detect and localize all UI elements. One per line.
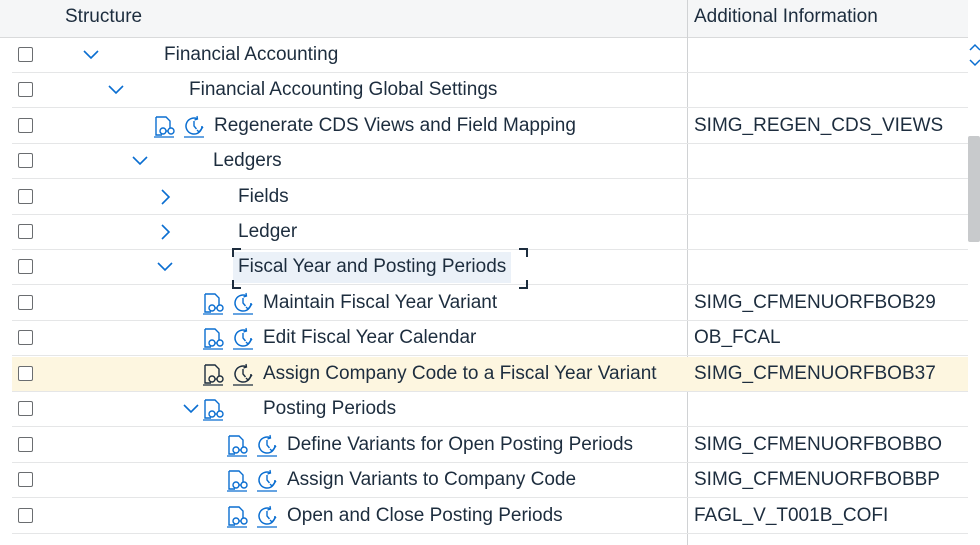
chevron-down-icon[interactable]: [129, 150, 151, 172]
tree-node-label[interactable]: Fields: [238, 180, 289, 215]
tree-row-assign-company-code-fy[interactable]: Assign Company Code to a Fiscal Year Var…: [12, 357, 968, 392]
tree-row-fiscal-year[interactable]: Fiscal Year and Posting Periods: [12, 248, 968, 289]
tree-row-regenerate-cds[interactable]: Regenerate CDS Views and Field Mapping S…: [12, 109, 968, 144]
row-checkbox[interactable]: [18, 153, 33, 168]
tree-row-ledgers[interactable]: Ledgers: [12, 144, 968, 179]
tree-node-label[interactable]: Maintain Fiscal Year Variant: [263, 286, 497, 321]
tree-row-financial-accounting[interactable]: Financial Accounting: [12, 38, 968, 73]
tree-row-open-close-posting[interactable]: Open and Close Posting Periods FAGL_V_T0…: [12, 499, 968, 534]
documentation-glasses-icon[interactable]: [225, 468, 249, 492]
tree-node-label[interactable]: Open and Close Posting Periods: [287, 499, 563, 534]
tree-row-edit-fy-calendar[interactable]: Edit Fiscal Year Calendar OB_FCAL: [12, 321, 968, 356]
row-checkbox[interactable]: [18, 118, 33, 133]
execute-clock-icon[interactable]: [231, 291, 255, 315]
execute-clock-icon[interactable]: [231, 362, 255, 386]
tree-node-label[interactable]: Edit Fiscal Year Calendar: [263, 321, 476, 356]
scrollbar-thumb[interactable]: [968, 136, 980, 242]
documentation-glasses-icon[interactable]: [201, 362, 225, 386]
execute-clock-icon[interactable]: [255, 468, 279, 492]
chevron-right-icon[interactable]: [154, 186, 176, 208]
additional-info: SIMG_CFMENUORFBOBBP: [694, 469, 940, 490]
execute-clock-icon[interactable]: [231, 326, 255, 350]
tree-node-label[interactable]: Assign Company Code to a Fiscal Year Var…: [263, 357, 657, 392]
tree-row-define-variants-open-posting[interactable]: Define Variants for Open Posting Periods…: [12, 428, 968, 463]
execute-clock-icon[interactable]: [255, 433, 279, 457]
focus-corner: [519, 248, 528, 257]
documentation-glasses-icon[interactable]: [201, 326, 225, 350]
tree-node-label[interactable]: Financial Accounting Global Settings: [189, 73, 497, 108]
documentation-glasses-icon[interactable]: [201, 397, 225, 421]
tree-node-label-focused[interactable]: Fiscal Year and Posting Periods: [233, 252, 512, 283]
tree-node-label[interactable]: Financial Accounting: [164, 38, 338, 73]
row-checkbox[interactable]: [18, 472, 33, 487]
chevron-down-icon[interactable]: [105, 79, 127, 101]
scroll-up-down-icon[interactable]: [968, 40, 980, 70]
additional-info: SIMG_CFMENUORFBOBBO: [694, 434, 943, 455]
execute-clock-icon[interactable]: [255, 504, 279, 528]
additional-info: FAGL_V_T001B_COFI: [694, 505, 889, 526]
row-checkbox[interactable]: [18, 401, 33, 416]
tree-row-global-settings[interactable]: Financial Accounting Global Settings: [12, 73, 968, 108]
table-header: Structure Additional Information: [0, 0, 968, 38]
additional-info: OB_FCAL: [694, 327, 781, 348]
row-checkbox[interactable]: [18, 366, 33, 381]
chevron-down-icon[interactable]: [80, 44, 102, 66]
additional-info: SIMG_REGEN_CDS_VIEWS: [694, 115, 944, 136]
tree-node-label[interactable]: Regenerate CDS Views and Field Mapping: [214, 109, 576, 144]
tree-row-ledger[interactable]: Ledger: [12, 215, 968, 250]
tree-row-maintain-fy-variant[interactable]: Maintain Fiscal Year Variant SIMG_CFMENU…: [12, 286, 968, 321]
tree-node-label[interactable]: Assign Variants to Company Code: [287, 463, 576, 498]
documentation-glasses-icon[interactable]: [201, 291, 225, 315]
row-checkbox[interactable]: [18, 259, 33, 274]
chevron-right-icon[interactable]: [154, 221, 176, 243]
focus-corner: [232, 248, 241, 257]
tree-row-fields[interactable]: Fields: [12, 180, 968, 215]
row-checkbox[interactable]: [18, 508, 33, 523]
row-checkbox[interactable]: [18, 189, 33, 204]
documentation-glasses-icon[interactable]: [225, 504, 249, 528]
documentation-glasses-icon[interactable]: [225, 433, 249, 457]
tree-node-label[interactable]: Ledgers: [213, 144, 282, 179]
tree-node-label[interactable]: Posting Periods: [263, 392, 396, 427]
additional-info: SIMG_CFMENUORFBOB29: [694, 292, 936, 313]
row-checkbox[interactable]: [18, 47, 33, 62]
tree-node-label[interactable]: Define Variants for Open Posting Periods: [287, 428, 633, 463]
chevron-down-icon[interactable]: [154, 256, 176, 278]
chevron-down-icon[interactable]: [180, 398, 202, 420]
row-checkbox[interactable]: [18, 330, 33, 345]
tree-row-assign-variants-company[interactable]: Assign Variants to Company Code SIMG_CFM…: [12, 463, 968, 498]
row-checkbox[interactable]: [18, 224, 33, 239]
row-checkbox[interactable]: [18, 437, 33, 452]
documentation-glasses-icon[interactable]: [152, 114, 176, 138]
row-checkbox[interactable]: [18, 82, 33, 97]
tree-row-posting-periods[interactable]: Posting Periods: [12, 392, 968, 427]
vertical-scrollbar[interactable]: [968, 37, 980, 545]
row-checkbox[interactable]: [18, 295, 33, 310]
execute-clock-icon[interactable]: [182, 114, 206, 138]
tree-node-label[interactable]: Ledger: [238, 215, 297, 250]
column-header-additional-info[interactable]: Additional Information: [694, 0, 878, 37]
additional-info: SIMG_CFMENUORFBOB37: [694, 363, 936, 384]
column-header-structure[interactable]: Structure: [65, 0, 142, 37]
